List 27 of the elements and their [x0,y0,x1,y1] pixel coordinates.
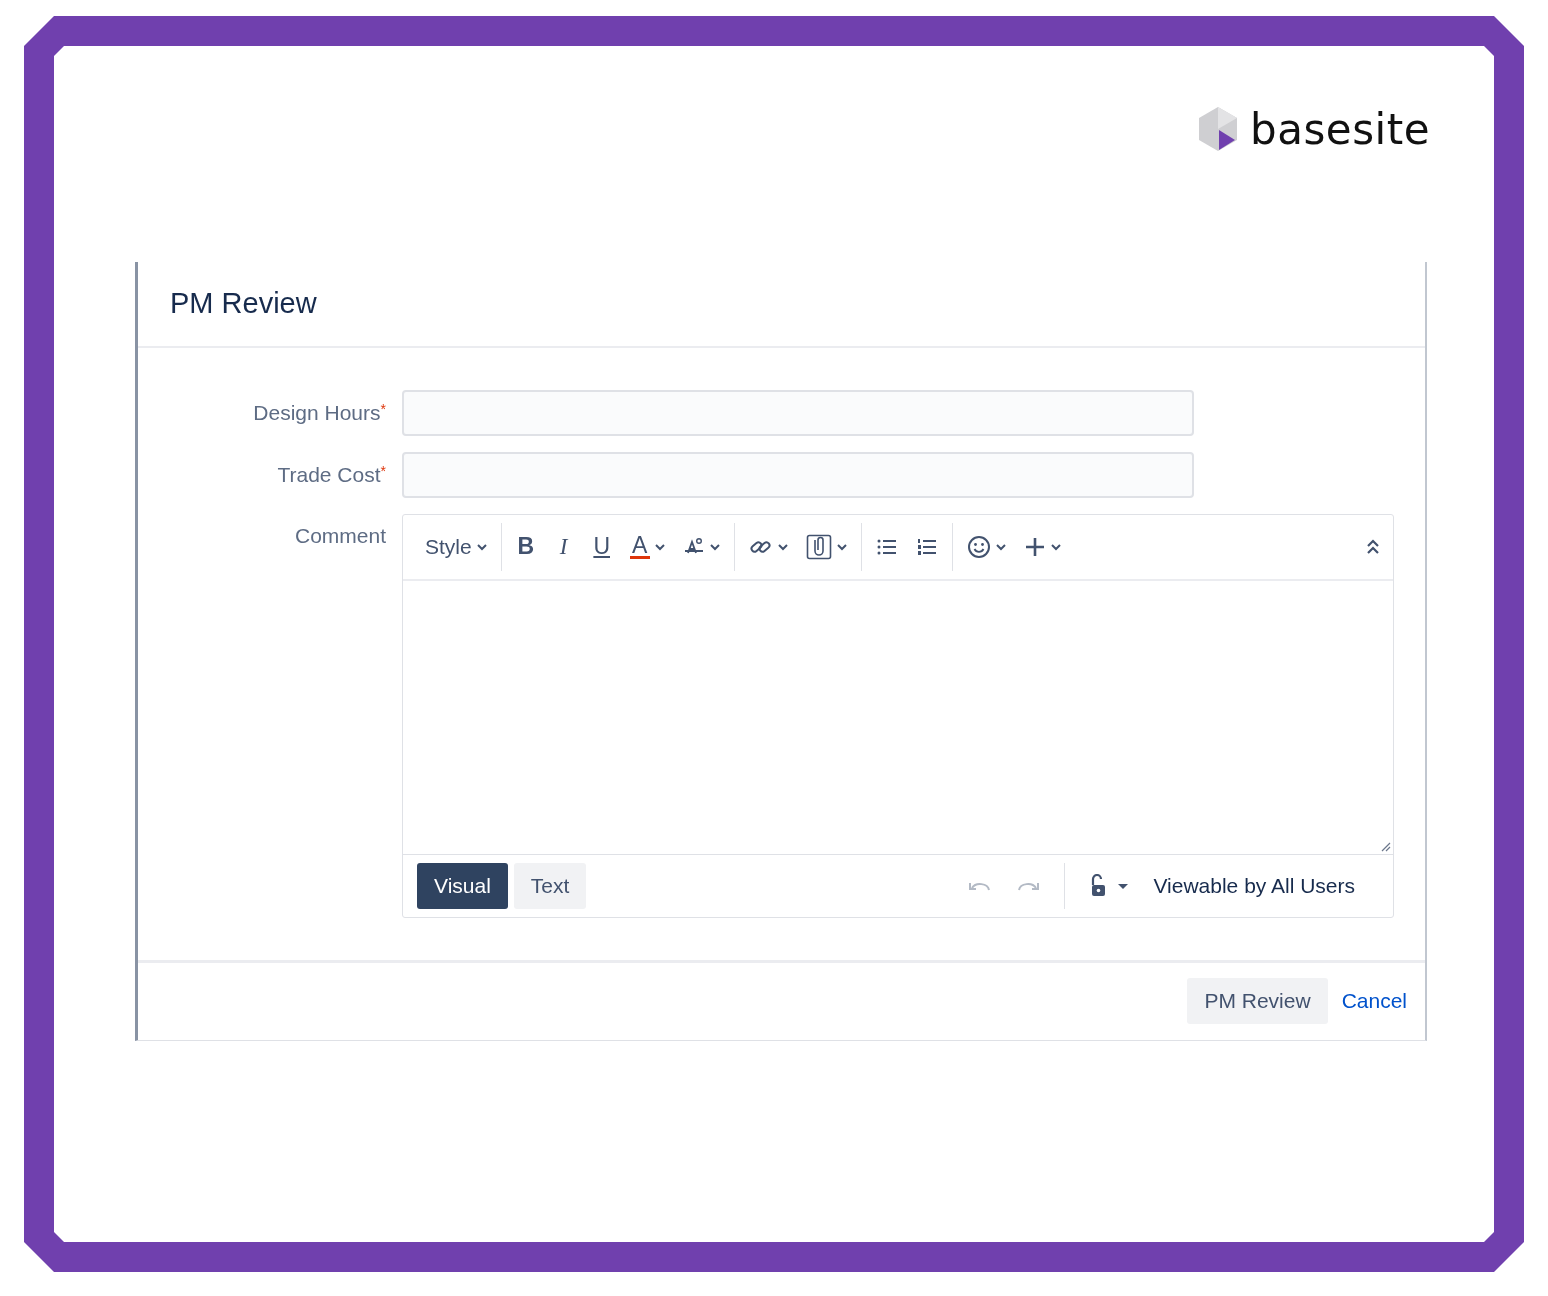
input-field[interactable] [402,389,1194,436]
field-label: Trade Cost [277,462,381,486]
required-mark: * [380,400,386,417]
field-label: Design Hours [253,400,381,424]
unlocked-padlock-icon[interactable] [1089,873,1108,898]
italic-tool-button[interactable]: I [545,529,582,564]
smiley-icon [966,534,991,559]
submit-button[interactable]: PM Review [1187,978,1328,1025]
editor-mode-tab[interactable]: Text [513,862,587,909]
input-field[interactable] [402,451,1194,498]
bold-tool-button[interactable]: B [507,529,544,565]
plus-icon [1023,535,1046,558]
underline-tool-button[interactable]: U [583,529,620,565]
logo-icon [1198,106,1238,152]
color-tool-button[interactable]: A [621,530,673,564]
text-tool-button[interactable]: Style [417,530,495,563]
logo-text: basesite [1250,104,1430,154]
caret-icon[interactable] [1117,881,1130,890]
collapse-icon[interactable] [1365,537,1381,556]
required-mark: * [380,462,386,479]
cancel-link[interactable]: Cancel [1341,989,1407,1014]
dialog-title: PM Review [170,287,317,321]
paperclip-icon [805,533,832,560]
field-label: Comment [294,523,386,547]
numbered-list-icon [915,536,938,557]
visibility-label[interactable]: Viewable by All Users [1153,873,1355,898]
editor-mode-tab[interactable]: Visual [417,862,508,909]
